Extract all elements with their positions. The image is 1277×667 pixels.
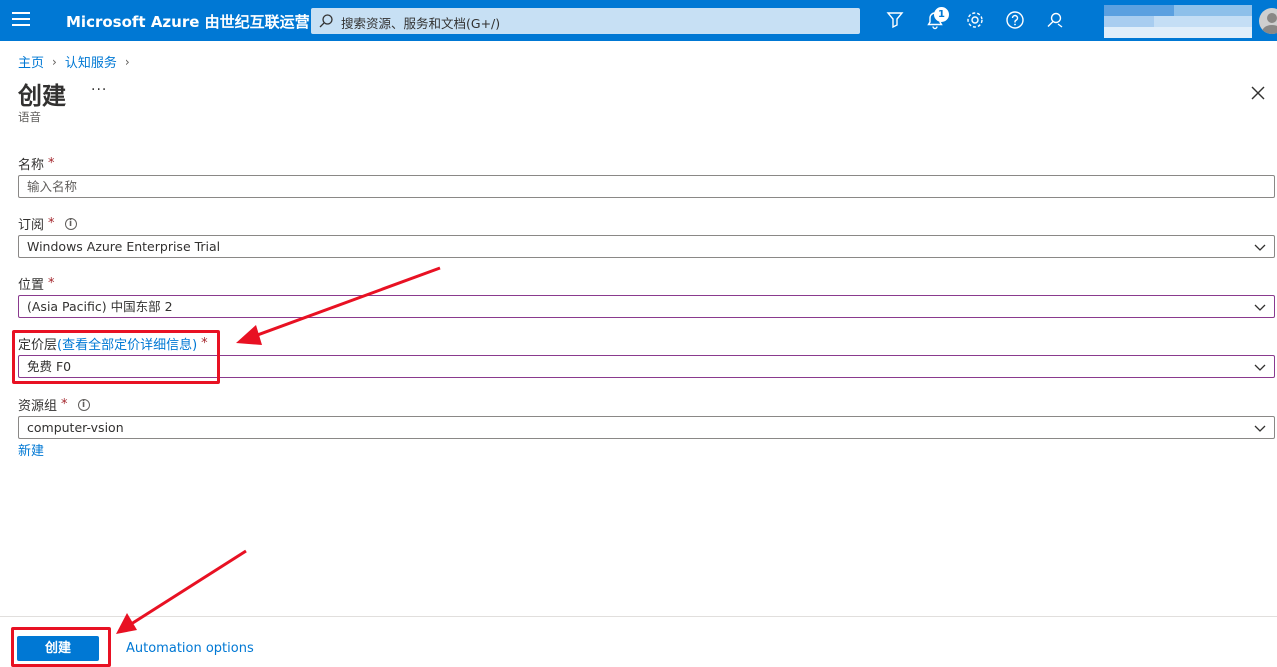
settings-gear-icon[interactable] (965, 10, 985, 30)
notification-badge: 1 (934, 7, 949, 22)
avatar[interactable] (1259, 8, 1277, 34)
name-input[interactable]: 输入名称 (18, 175, 1275, 198)
search-icon (319, 14, 333, 28)
subscription-label: 订阅 * i (18, 214, 77, 233)
location-label: 位置 * (18, 276, 55, 293)
top-bar: Microsoft Azure 由世纪互联运营 搜索资源、服务和文档(G+/) … (0, 0, 1277, 41)
footer-divider (0, 616, 1277, 617)
breadcrumb: 主页 › 认知服务 › (18, 52, 130, 72)
chevron-down-icon (1254, 304, 1266, 311)
cloud-shell-filter-icon[interactable] (885, 10, 905, 30)
chevron-down-icon (1254, 425, 1266, 432)
subscription-value: Windows Azure Enterprise Trial (27, 239, 221, 254)
chevron-right-icon: › (124, 54, 130, 69)
chevron-down-icon (1254, 244, 1266, 251)
menu-icon[interactable] (12, 12, 30, 28)
chevron-right-icon: › (52, 54, 57, 69)
portal-brand[interactable]: Microsoft Azure 由世纪互联运营 (66, 11, 310, 32)
create-new-resource-group-link[interactable]: 新建 (18, 440, 44, 459)
breadcrumb-cognitive-services[interactable]: 认知服务 (65, 52, 117, 71)
page-subtitle: 语音 (18, 110, 41, 124)
automation-options-link[interactable]: Automation options (126, 641, 254, 656)
breadcrumb-home[interactable]: 主页 (18, 52, 44, 71)
resource-group-select[interactable]: computer-vsion (18, 416, 1275, 439)
more-options-button[interactable]: ··· (91, 82, 107, 98)
name-label: 名称 * (18, 156, 55, 173)
chevron-down-icon (1254, 364, 1266, 371)
location-select[interactable]: (Asia Pacific) 中国东部 2 (18, 295, 1275, 318)
search-input[interactable]: 搜索资源、服务和文档(G+/) (311, 8, 860, 34)
location-value: (Asia Pacific) 中国东部 2 (27, 299, 173, 314)
name-placeholder: 输入名称 (27, 179, 78, 194)
close-icon[interactable] (1251, 86, 1265, 100)
subscription-select[interactable]: Windows Azure Enterprise Trial (18, 235, 1275, 258)
account-info-blurred[interactable] (1104, 5, 1252, 38)
search-placeholder: 搜索资源、服务和文档(G+/) (341, 16, 501, 31)
annotation-highlight-pricing (12, 330, 220, 384)
page-title: 创建 (18, 82, 66, 110)
info-icon[interactable]: i (64, 217, 77, 230)
resource-group-label: 资源组 * i (18, 395, 90, 414)
arrow-to-create (116, 549, 247, 634)
annotation-highlight-create (11, 627, 111, 667)
help-icon[interactable] (1005, 10, 1025, 30)
feedback-icon[interactable] (1045, 10, 1065, 30)
resource-group-value: computer-vsion (27, 420, 124, 435)
info-icon[interactable]: i (77, 398, 90, 411)
